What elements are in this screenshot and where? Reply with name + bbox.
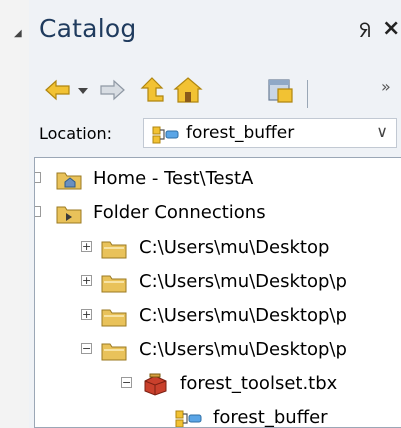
tree-item-toolbox[interactable]: − forest_toolset.tbx bbox=[35, 369, 401, 399]
home-icon bbox=[173, 77, 203, 103]
up-one-level-icon bbox=[140, 77, 164, 102]
tree-item-folder[interactable]: + C:\Users\mu\Desktop bbox=[35, 233, 401, 263]
tree-item-label: C:\Users\mu\Desktop\p bbox=[139, 305, 347, 326]
tree-item-folder-connections[interactable]: Folder Connections bbox=[35, 198, 401, 228]
tree-item-label: C:\Users\mu\Desktop bbox=[139, 237, 330, 258]
toggle-contents-button[interactable] bbox=[265, 75, 295, 109]
back-history-dropdown[interactable] bbox=[75, 75, 91, 109]
tree-item-label: forest_toolset.tbx bbox=[180, 373, 338, 394]
adjacent-pane-edge: ◢ bbox=[0, 0, 30, 428]
expand-toggle[interactable] bbox=[35, 172, 41, 183]
model-tool-icon bbox=[152, 126, 179, 144]
close-icon[interactable]: × bbox=[382, 16, 400, 41]
tree-item-label: Home - Test\TestA bbox=[93, 168, 254, 189]
catalog-tree: Home - Test\TestA Folder Connections + C… bbox=[34, 157, 401, 428]
back-button[interactable] bbox=[43, 75, 73, 109]
catalog-toolbar: » bbox=[29, 75, 401, 111]
expand-toggle[interactable] bbox=[35, 206, 41, 217]
tree-item-folder[interactable]: + C:\Users\mu\Desktop\p bbox=[35, 267, 401, 297]
tree-item-label: C:\Users\mu\Desktop\p bbox=[139, 339, 347, 360]
folder-icon bbox=[101, 275, 127, 293]
tree-item-label: C:\Users\mu\Desktop\p bbox=[139, 271, 347, 292]
location-label: Location: bbox=[39, 124, 113, 143]
forward-button[interactable] bbox=[97, 75, 127, 109]
expand-toggle[interactable]: + bbox=[81, 309, 92, 320]
folder-icon bbox=[101, 343, 127, 361]
expand-toggle[interactable]: + bbox=[81, 241, 92, 252]
up-one-level-button[interactable] bbox=[137, 75, 167, 109]
home-folder-icon bbox=[56, 172, 82, 190]
toolbar-overflow-icon[interactable]: » bbox=[381, 77, 391, 96]
folder-connection-icon bbox=[56, 206, 82, 224]
tree-item-model[interactable]: forest_buffer bbox=[35, 403, 401, 428]
tree-item-folder[interactable]: − C:\Users\mu\Desktop\p bbox=[35, 335, 401, 365]
back-arrow-icon bbox=[45, 79, 70, 101]
catalog-window: Catalog ᖆ × » Location: forest_buffer ∨ … bbox=[29, 0, 401, 428]
home-button[interactable] bbox=[172, 75, 203, 109]
collapse-toggle[interactable]: − bbox=[81, 343, 92, 354]
model-tool-icon bbox=[175, 410, 202, 427]
tree-item-folder[interactable]: + C:\Users\mu\Desktop\p bbox=[35, 301, 401, 331]
tree-item-label: forest_buffer bbox=[213, 407, 328, 428]
folder-icon bbox=[101, 241, 127, 259]
dropdown-arrow-icon bbox=[78, 88, 88, 94]
resize-grip-icon: ◢ bbox=[14, 28, 22, 39]
toolbar-separator bbox=[307, 80, 308, 108]
tree-item-label: Folder Connections bbox=[93, 202, 266, 223]
location-value: forest_buffer bbox=[186, 123, 295, 143]
folder-icon bbox=[101, 309, 127, 327]
tree-item-home[interactable]: Home - Test\TestA bbox=[35, 164, 401, 194]
collapse-toggle[interactable]: − bbox=[121, 377, 132, 388]
pin-icon[interactable]: ᖆ bbox=[359, 18, 371, 42]
chevron-down-icon[interactable]: ∨ bbox=[376, 122, 388, 141]
toolbox-icon bbox=[144, 373, 167, 396]
forward-arrow-icon bbox=[100, 79, 125, 101]
expand-toggle[interactable]: + bbox=[81, 275, 92, 286]
location-combobox[interactable]: forest_buffer ∨ bbox=[143, 118, 397, 148]
toggle-contents-icon bbox=[268, 79, 293, 103]
location-bar: Location: forest_buffer ∨ bbox=[29, 113, 401, 151]
catalog-title: Catalog bbox=[39, 14, 137, 43]
catalog-titlebar: Catalog ᖆ × bbox=[29, 0, 401, 60]
